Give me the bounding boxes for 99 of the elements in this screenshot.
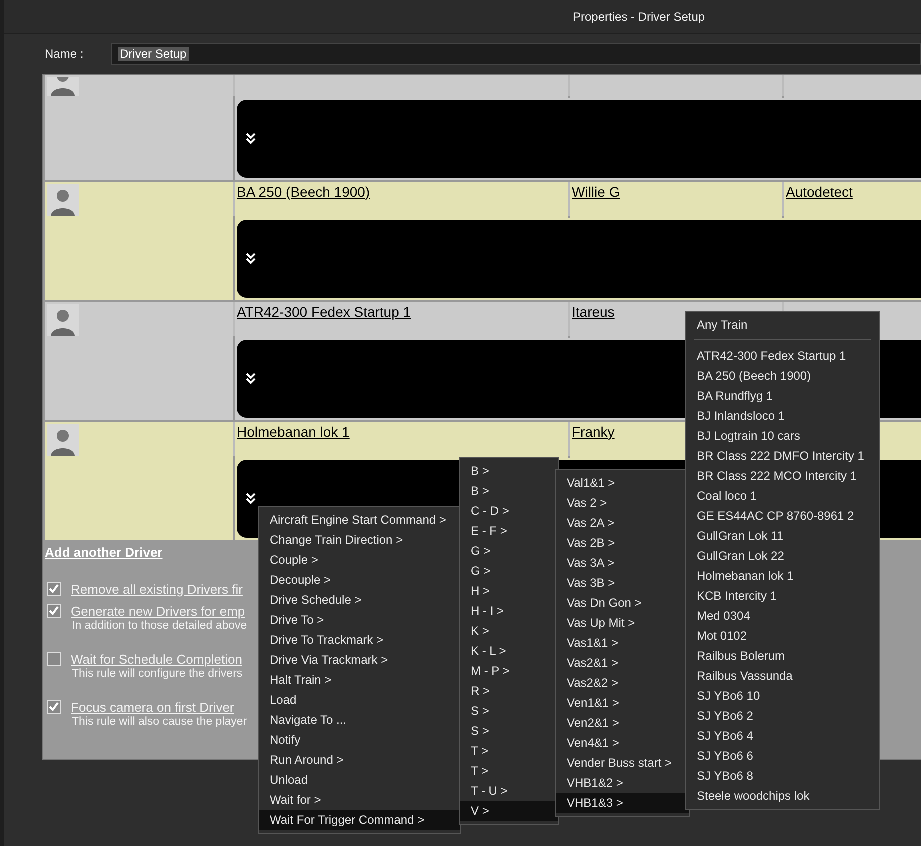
menu-item[interactable]: Vas 2A > [556, 513, 689, 533]
menu-item[interactable]: SJ YBo6 8 [686, 766, 879, 786]
menu-item[interactable]: GullGran Lok 22 [686, 546, 879, 566]
train-link[interactable]: BA 250 (Beech 1900) [237, 184, 370, 200]
mode-link[interactable]: Autodetect [786, 184, 853, 200]
menu-item[interactable]: SJ YBo6 4 [686, 726, 879, 746]
person-silhouette-icon [47, 424, 79, 456]
menu-item[interactable]: Aircraft Engine Start Command > [259, 510, 460, 530]
checkbox[interactable] [47, 700, 61, 714]
menu-item[interactable]: H - I > [460, 601, 558, 621]
menu-item[interactable]: Ven1&1 > [556, 693, 689, 713]
menu-item[interactable]: G > [460, 561, 558, 581]
menu-item[interactable]: V > [460, 801, 558, 821]
menu-item[interactable]: GullGran Lok 11 [686, 526, 879, 546]
menu-item[interactable]: GE ES44AC CP 8760-8961 2 [686, 506, 879, 526]
menu-item[interactable]: Holmebanan lok 1 [686, 566, 879, 586]
name-label: Name : [45, 47, 85, 61]
driver-link[interactable]: Willie G [572, 184, 620, 200]
menu-item[interactable]: BR Class 222 DMFO Intercity 1 [686, 446, 879, 466]
menu-item[interactable]: Wait for > [259, 790, 460, 810]
menu-item[interactable]: VHB1&3 > [556, 793, 689, 813]
menu-item[interactable]: ATR42-300 Fedex Startup 1 [686, 346, 879, 366]
menu-item[interactable]: B > [460, 461, 558, 481]
menu-item[interactable]: BA 250 (Beech 1900) [686, 366, 879, 386]
driver-link[interactable]: Franky [572, 424, 615, 440]
option-description: This rule will configure the drivers [72, 668, 243, 680]
menu-item[interactable]: C - D > [460, 501, 558, 521]
menu-item[interactable]: SJ YBo6 10 [686, 686, 879, 706]
menu-item[interactable]: Vas Up Mit > [556, 613, 689, 633]
menu-item[interactable]: Vender Buss start > [556, 753, 689, 773]
menu-item[interactable]: BJ Inlandsloco 1 [686, 406, 879, 426]
menu-item[interactable]: Vas1&1 > [556, 633, 689, 653]
menu-item[interactable]: Wait For Trigger Command > [259, 810, 460, 830]
menu-item[interactable]: SJ YBo6 6 [686, 746, 879, 766]
menu-item[interactable]: S > [460, 721, 558, 741]
menu-item[interactable]: Ven2&1 > [556, 713, 689, 733]
menu-item[interactable]: B > [460, 481, 558, 501]
menu-item[interactable]: K - L > [460, 641, 558, 661]
menu-item[interactable]: Vas2&2 > [556, 673, 689, 693]
double-chevron-down-icon[interactable] [245, 133, 257, 145]
menu-item[interactable]: H > [460, 581, 558, 601]
checkbox[interactable] [47, 604, 61, 618]
menu-item[interactable]: Drive Schedule > [259, 590, 460, 610]
menu-item[interactable]: Vas Dn Gon > [556, 593, 689, 613]
option-description: In addition to those detailed above [72, 620, 248, 632]
menu-item[interactable]: Vas 3B > [556, 573, 689, 593]
menu-item[interactable]: Halt Train > [259, 670, 460, 690]
menu-item[interactable]: BJ Logtrain 10 cars [686, 426, 879, 446]
menu-item[interactable]: T > [460, 741, 558, 761]
menu-item[interactable]: Drive Via Trackmark > [259, 650, 460, 670]
double-chevron-down-icon[interactable] [245, 493, 257, 505]
menu-item[interactable]: KCB Intercity 1 [686, 586, 879, 606]
menu-item[interactable]: Navigate To ... [259, 710, 460, 730]
menu-item[interactable]: R > [460, 681, 558, 701]
option-description: This rule will also cause the player [72, 716, 248, 728]
menu-item[interactable]: BA Rundflyg 1 [686, 386, 879, 406]
menu-item[interactable]: Drive To > [259, 610, 460, 630]
train-link[interactable]: Holmebanan lok 1 [237, 424, 350, 440]
menu-item[interactable]: T - U > [460, 781, 558, 801]
menu-item[interactable]: Railbus Vassunda [686, 666, 879, 686]
menu-item[interactable]: VHB1&2 > [556, 773, 689, 793]
menu-item[interactable]: Vas 3A > [556, 553, 689, 573]
driver-link[interactable]: Itareus [572, 304, 615, 320]
menu-item[interactable]: Run Around > [259, 750, 460, 770]
menu-item[interactable]: Steele woodchips lok [686, 786, 879, 806]
menu-item[interactable]: Ven4&1 > [556, 733, 689, 753]
menu-item[interactable]: Load [259, 690, 460, 710]
person-silhouette-icon [47, 184, 79, 216]
menu-item[interactable]: BR Class 222 MCO Intercity 1 [686, 466, 879, 486]
menu-item[interactable]: E - F > [460, 521, 558, 541]
double-chevron-down-icon[interactable] [245, 253, 257, 265]
train-link[interactable]: ATR42-300 Fedex Startup 1 [237, 304, 412, 320]
menu-item[interactable]: T > [460, 761, 558, 781]
menu-item[interactable]: Vas2&1 > [556, 653, 689, 673]
menu-item[interactable]: Val1&1 > [556, 473, 689, 493]
menu-item[interactable]: G > [460, 541, 558, 561]
menu-item[interactable]: Couple > [259, 550, 460, 570]
double-chevron-down-icon[interactable] [245, 373, 257, 385]
menu-item[interactable]: Decouple > [259, 570, 460, 590]
menu-item[interactable]: M - P > [460, 661, 558, 681]
menu-item[interactable]: Railbus Bolerum [686, 646, 879, 666]
window-title: Properties - Driver Setup [573, 10, 706, 24]
menu-item[interactable]: Notify [259, 730, 460, 750]
menu-item[interactable]: Med 0304 [686, 606, 879, 626]
menu-item[interactable]: Change Train Direction > [259, 530, 460, 550]
menu-item[interactable]: SJ YBo6 2 [686, 706, 879, 726]
menu-item[interactable]: Vas 2B > [556, 533, 689, 553]
menu-item[interactable]: Mot 0102 [686, 626, 879, 646]
checkbox[interactable] [47, 652, 61, 666]
menu-item[interactable]: Drive To Trackmark > [259, 630, 460, 650]
name-input-field[interactable]: Driver Setup [111, 43, 921, 65]
menu-item[interactable]: Vas 2 > [556, 493, 689, 513]
menu-item[interactable]: Coal loco 1 [686, 486, 879, 506]
menu-item[interactable]: Any Train [686, 315, 879, 335]
menu-item[interactable]: Unload [259, 770, 460, 790]
person-silhouette-icon [47, 304, 79, 336]
menu-item[interactable]: K > [460, 621, 558, 641]
menu-item[interactable]: S > [460, 701, 558, 721]
checkbox[interactable] [47, 582, 61, 596]
